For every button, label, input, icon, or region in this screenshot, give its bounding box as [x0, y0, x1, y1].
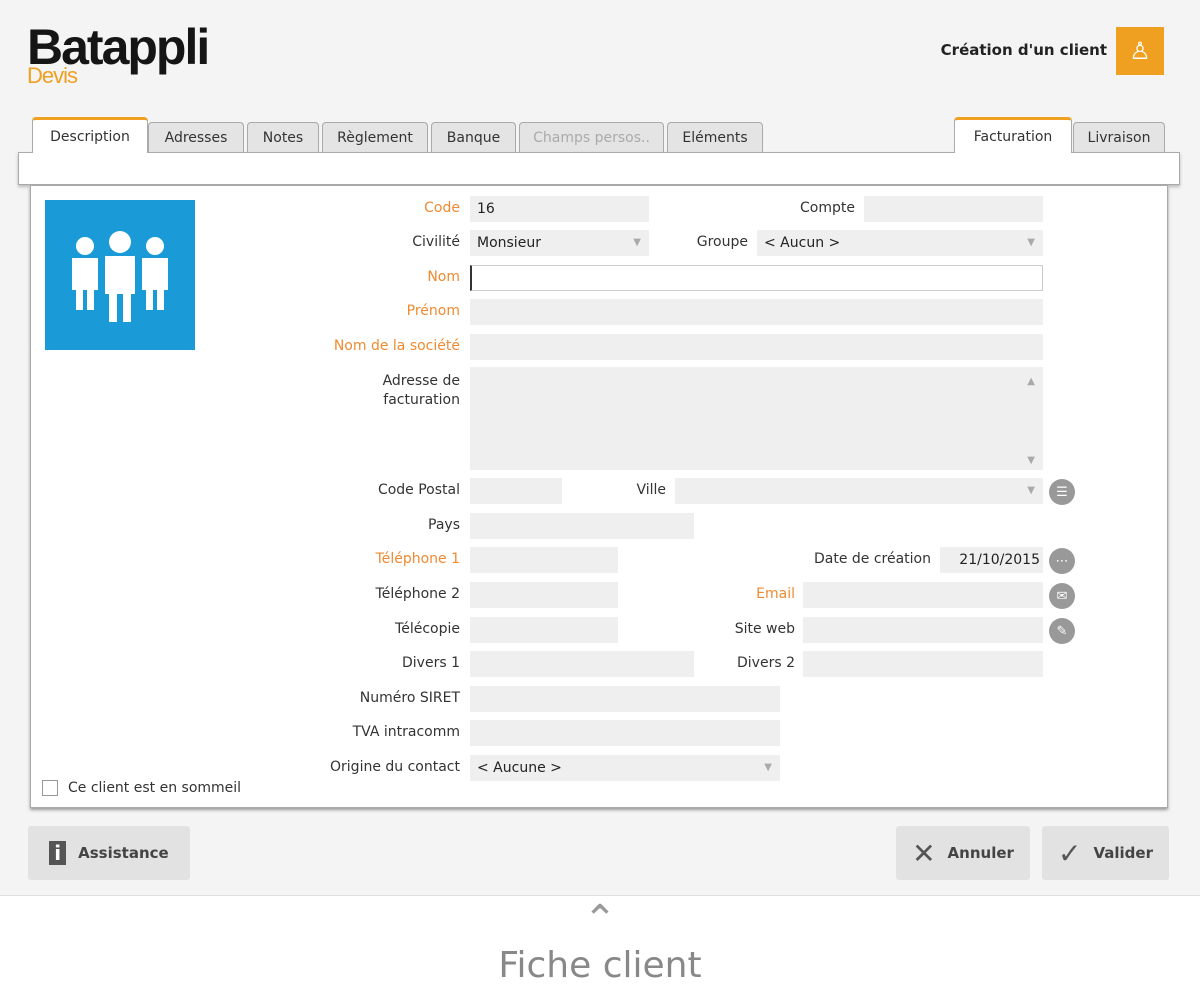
client-creation-icon: ♙	[1116, 27, 1164, 75]
tab-strip	[18, 152, 1180, 185]
tab-elements[interactable]: Eléments	[667, 122, 763, 153]
siret-label: Numéro SIRET	[359, 690, 460, 706]
info-icon: i	[49, 841, 67, 865]
tel1-input[interactable]	[470, 547, 618, 573]
assistance-label: Assistance	[78, 844, 169, 862]
prenom-label: Prénom	[406, 303, 460, 319]
mail-icon[interactable]: ✉	[1049, 583, 1075, 609]
date-creation-label: Date de création	[813, 551, 931, 567]
tel1-label: Téléphone 1	[375, 551, 460, 567]
ville-search-icon[interactable]: ☰	[1049, 479, 1075, 505]
email-label: Email	[756, 586, 795, 602]
telecopie-label: Télécopie	[395, 621, 460, 637]
origine-select[interactable]: < Aucune > ▼	[470, 755, 780, 781]
sommeil-label: Ce client est en sommeil	[68, 780, 242, 796]
chevron-down-icon: ▼	[764, 762, 772, 773]
site-web-input[interactable]	[803, 617, 1043, 643]
annuler-button[interactable]: ✕ Annuler	[896, 826, 1030, 880]
code-field[interactable]: 16	[470, 196, 649, 222]
site-web-label: Site web	[734, 621, 795, 637]
open-link-icon[interactable]: ✎	[1049, 618, 1075, 644]
compte-label: Compte	[800, 200, 855, 216]
ville-select[interactable]: ▼	[675, 478, 1043, 504]
groupe-value: < Aucun >	[764, 235, 841, 251]
figure-caption: Fiche client	[498, 945, 702, 986]
adresse-textarea[interactable]: ▲ ▼	[470, 367, 1043, 470]
annuler-label: Annuler	[947, 844, 1014, 862]
ville-label: Ville	[636, 482, 666, 498]
window-title: Création d'un client	[940, 41, 1107, 59]
divers2-label: Divers 2	[737, 655, 795, 671]
origine-value: < Aucune >	[477, 760, 562, 776]
nom-label: Nom	[427, 269, 460, 285]
tva-input[interactable]	[470, 720, 780, 746]
tab-facturation[interactable]: Facturation	[954, 117, 1072, 153]
more-options-icon[interactable]: ⋯	[1049, 548, 1075, 574]
tab-champs-persos[interactable]: Champs persos..	[519, 122, 664, 153]
sommeil-checkbox[interactable]	[42, 780, 58, 796]
valider-button[interactable]: ✓ Valider	[1042, 826, 1169, 880]
tab-reglement[interactable]: Règlement	[322, 122, 428, 153]
origine-label: Origine du contact	[330, 759, 460, 775]
check-icon: ✓	[1058, 836, 1082, 870]
valider-label: Valider	[1093, 844, 1153, 862]
prenom-input[interactable]	[470, 299, 1043, 325]
scroll-up-icon[interactable]: ▲	[1027, 369, 1035, 395]
client-photo[interactable]	[45, 200, 195, 350]
pays-label: Pays	[428, 517, 460, 533]
divers2-input[interactable]	[803, 651, 1043, 677]
tab-livraison[interactable]: Livraison	[1073, 122, 1165, 153]
tva-label: TVA intracomm	[352, 724, 460, 740]
groupe-select[interactable]: < Aucun > ▼	[757, 230, 1043, 256]
divers1-label: Divers 1	[402, 655, 460, 671]
societe-input[interactable]	[470, 334, 1043, 360]
tel2-label: Téléphone 2	[375, 586, 460, 602]
chevron-up-icon: ⌃	[583, 897, 617, 943]
civilite-label: Civilité	[412, 234, 460, 250]
societe-label: Nom de la société	[333, 338, 460, 354]
tab-notes[interactable]: Notes	[247, 122, 319, 153]
chevron-down-icon: ▼	[1027, 485, 1035, 496]
app-logo-subtitle: Devis	[27, 63, 78, 88]
date-creation-field[interactable]: 21/10/2015	[940, 547, 1043, 573]
tab-banque[interactable]: Banque	[431, 122, 516, 153]
close-icon: ✕	[912, 836, 936, 870]
code-postal-label: Code Postal	[377, 482, 460, 498]
compte-field[interactable]	[864, 196, 1043, 222]
assistance-button[interactable]: i Assistance	[28, 826, 190, 880]
email-input[interactable]	[803, 582, 1043, 608]
adresse-label-line1: Adresse de	[382, 373, 460, 389]
code-label: Code	[424, 200, 460, 216]
siret-input[interactable]	[470, 686, 780, 712]
scroll-down-icon[interactable]: ▼	[1027, 454, 1035, 468]
pays-input[interactable]	[470, 513, 694, 539]
client-form-window: Batappli Devis Création d'un client ♙ De…	[0, 0, 1200, 896]
tab-adresses[interactable]: Adresses	[148, 122, 244, 153]
nom-input[interactable]	[470, 265, 1043, 291]
adresse-label-line2: facturation	[383, 392, 460, 408]
tab-description[interactable]: Description	[32, 117, 148, 153]
people-icon	[72, 231, 168, 322]
groupe-label: Groupe	[696, 234, 748, 250]
chevron-down-icon: ▼	[1027, 237, 1035, 248]
